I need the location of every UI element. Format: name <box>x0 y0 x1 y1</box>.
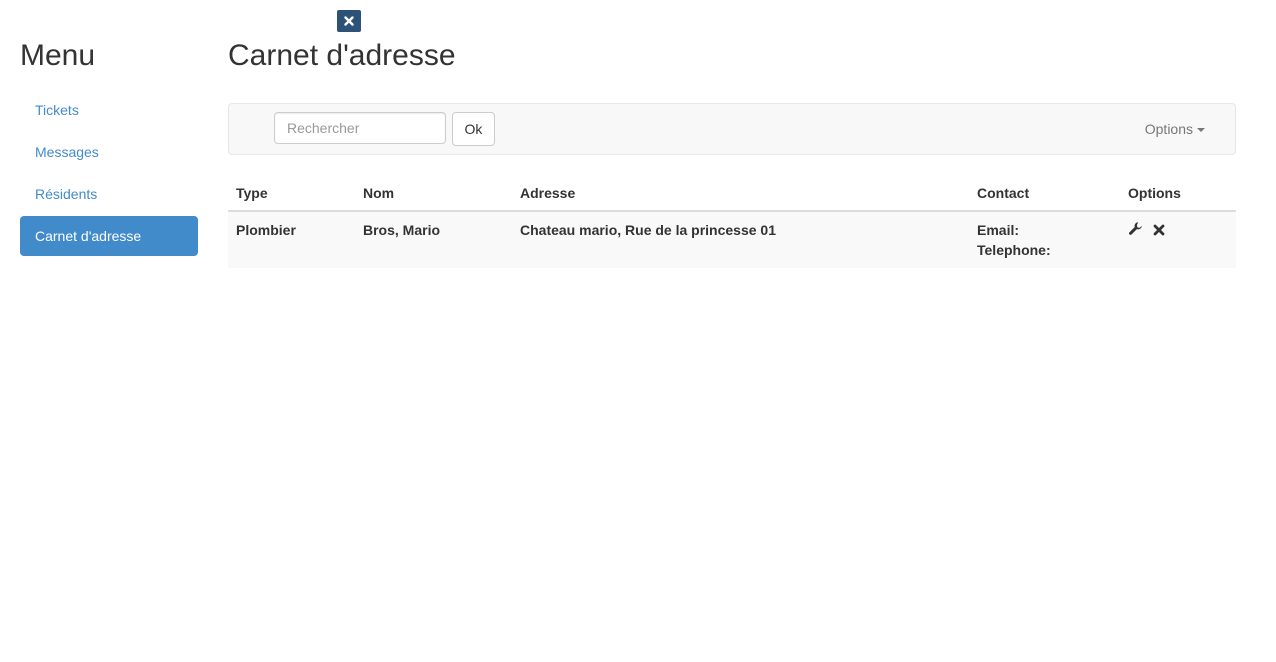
column-header-type: Type <box>228 176 355 212</box>
sidebar-item-residents[interactable]: Résidents <box>20 174 198 214</box>
address-table: Type Nom Adresse Contact Options Plombie… <box>228 176 1236 268</box>
toolbar: Ok Options <box>228 103 1236 155</box>
options-dropdown[interactable]: Options <box>1145 104 1205 154</box>
cell-contact: Email: Telephone: <box>969 211 1120 268</box>
contact-email-label: Email: <box>977 222 1020 238</box>
cell-options <box>1120 211 1236 268</box>
column-header-options: Options <box>1120 176 1236 212</box>
sidebar-title: Menu <box>20 39 96 72</box>
main-content: Carnet d'adresse Ok Options Type Nom Adr… <box>228 36 1236 268</box>
cell-type: Plombier <box>228 211 355 268</box>
cell-adresse: Chateau mario, Rue de la princesse 01 <box>512 211 969 268</box>
column-header-contact: Contact <box>969 176 1120 212</box>
table-header-row: Type Nom Adresse Contact Options <box>228 176 1236 212</box>
close-icon <box>344 16 354 26</box>
sidebar-item-tickets[interactable]: Tickets <box>20 90 198 130</box>
sidebar: Menu Tickets Messages Résidents Carnet d… <box>20 36 198 258</box>
ok-button[interactable]: Ok <box>452 112 495 146</box>
table-row: Plombier Bros, Mario Chateau mario, Rue … <box>228 211 1236 268</box>
column-header-adresse: Adresse <box>512 176 969 212</box>
delete-icon[interactable] <box>1153 221 1165 241</box>
sidebar-item-messages[interactable]: Messages <box>20 132 198 172</box>
caret-down-icon <box>1197 128 1205 133</box>
close-button[interactable] <box>337 10 361 32</box>
cell-nom: Bros, Mario <box>355 211 512 268</box>
search-input[interactable] <box>274 112 446 144</box>
options-dropdown-label: Options <box>1144 121 1193 137</box>
column-header-nom: Nom <box>355 176 512 212</box>
wrench-icon[interactable] <box>1128 221 1143 241</box>
sidebar-item-carnet-adresse[interactable]: Carnet d'adresse <box>20 216 198 256</box>
contact-telephone-label: Telephone: <box>977 242 1051 258</box>
page-title: Carnet d'adresse <box>228 39 456 72</box>
